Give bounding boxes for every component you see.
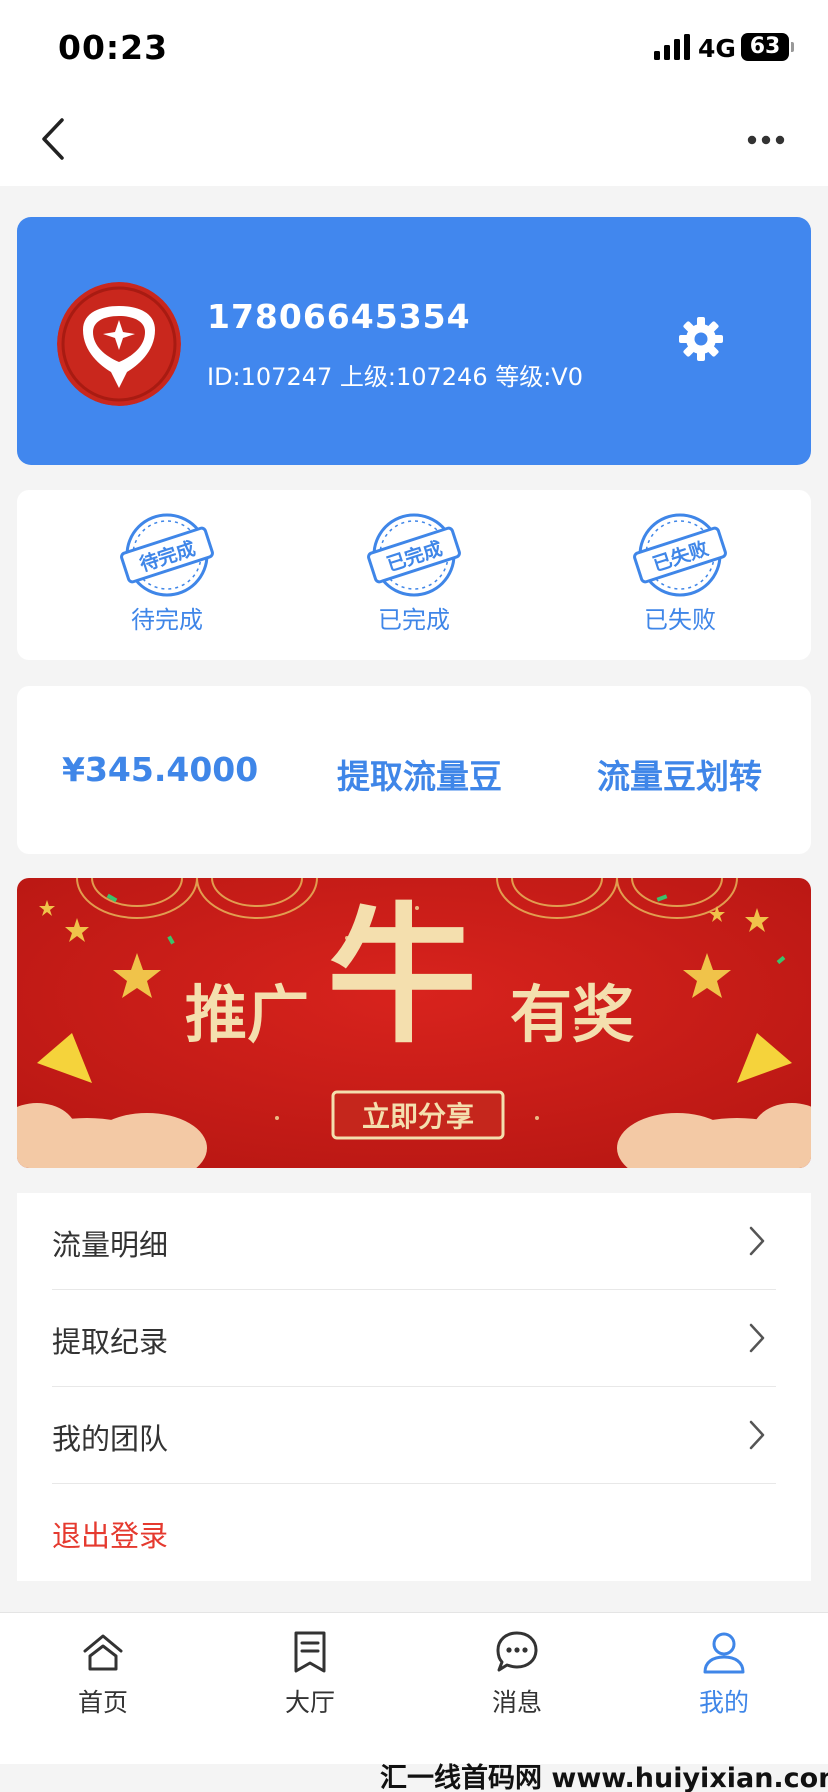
order-pending-label: 待完成	[131, 606, 203, 634]
document-icon	[294, 1631, 326, 1673]
order-completed-label: 已完成	[378, 606, 450, 634]
withdraw-button[interactable]: 提取流量豆	[337, 750, 502, 798]
logout-button[interactable]: 退出登录	[52, 1484, 776, 1581]
battery-icon: 63	[741, 33, 794, 61]
tab-home[interactable]: 首页	[43, 1629, 163, 1719]
menu-list: 流量明细 提取纪录 我的团队 退出登录	[17, 1193, 811, 1581]
nav-bar	[0, 98, 828, 186]
status-bar: 00:23 4G 63	[0, 0, 828, 98]
chat-icon	[496, 1631, 538, 1672]
banner-title-big: 牛	[327, 888, 477, 1064]
tab-mine[interactable]: 我的	[664, 1629, 784, 1719]
tab-label: 我的	[698, 1688, 749, 1717]
user-meta: ID:107247 上级:107246 等级:V0	[207, 363, 583, 391]
watermark: 汇一线首码网 www.huiyixian.com	[380, 1763, 828, 1792]
balance-amount: ¥345.4000	[62, 750, 259, 789]
chevron-right-icon	[749, 1323, 765, 1353]
tab-hall[interactable]: 大厅	[250, 1629, 370, 1719]
user-icon	[703, 1632, 745, 1674]
menu-item-traffic-detail[interactable]: 流量明细	[52, 1193, 776, 1290]
signal-icon	[654, 34, 690, 60]
menu-item-withdraw-records[interactable]: 提取纪录	[52, 1290, 776, 1387]
promo-banner-art: 推广 牛 有奖 立即分享	[17, 878, 811, 1168]
chevron-right-icon	[749, 1226, 765, 1256]
home-icon	[83, 1634, 123, 1671]
menu-item-label: 流量明细	[52, 1228, 169, 1262]
logout-label: 退出登录	[52, 1519, 169, 1553]
tab-label: 大厅	[284, 1688, 335, 1717]
order-failed[interactable]: 已失败 已失败	[610, 512, 750, 635]
completed-stamp-icon: 已完成	[367, 513, 461, 597]
tab-bar: 首页 大厅 消息 我的	[0, 1612, 828, 1764]
banner-title-right: 有奖	[510, 978, 634, 1051]
menu-item-my-team[interactable]: 我的团队	[52, 1387, 776, 1484]
order-failed-label: 已失败	[644, 606, 716, 634]
menu-item-label: 我的团队	[52, 1422, 169, 1456]
status-time: 00:23	[58, 28, 169, 67]
network-type: 4G	[698, 34, 736, 63]
transfer-button[interactable]: 流量豆划转	[597, 750, 762, 798]
pending-stamp-icon: 待完成	[120, 513, 214, 597]
order-status-panel: 待完成 待完成 已完成 已完成 已失败 已失败	[17, 490, 811, 660]
more-icon[interactable]	[746, 120, 786, 160]
promo-banner[interactable]: 推广 牛 有奖 立即分享	[17, 878, 811, 1168]
avatar[interactable]	[57, 282, 181, 406]
order-pending[interactable]: 待完成 待完成	[97, 512, 237, 635]
tab-label: 首页	[77, 1688, 128, 1717]
chevron-right-icon	[749, 1420, 765, 1450]
tab-messages[interactable]: 消息	[457, 1629, 577, 1719]
back-arrow-icon[interactable]	[36, 116, 70, 162]
failed-stamp-icon: 已失败	[633, 513, 727, 597]
wallet-panel: ¥345.4000 提取流量豆 流量豆划转	[17, 686, 811, 854]
menu-item-label: 提取纪录	[52, 1325, 169, 1359]
gear-icon[interactable]	[677, 315, 725, 363]
banner-share-button[interactable]: 立即分享	[362, 1100, 474, 1133]
user-phone: 17806645354	[207, 297, 471, 336]
tab-label: 消息	[491, 1688, 542, 1717]
order-completed[interactable]: 已完成 已完成	[344, 512, 484, 635]
profile-card: 17806645354 ID:107247 上级:107246 等级:V0	[17, 217, 811, 465]
banner-title-left: 推广	[185, 978, 309, 1051]
